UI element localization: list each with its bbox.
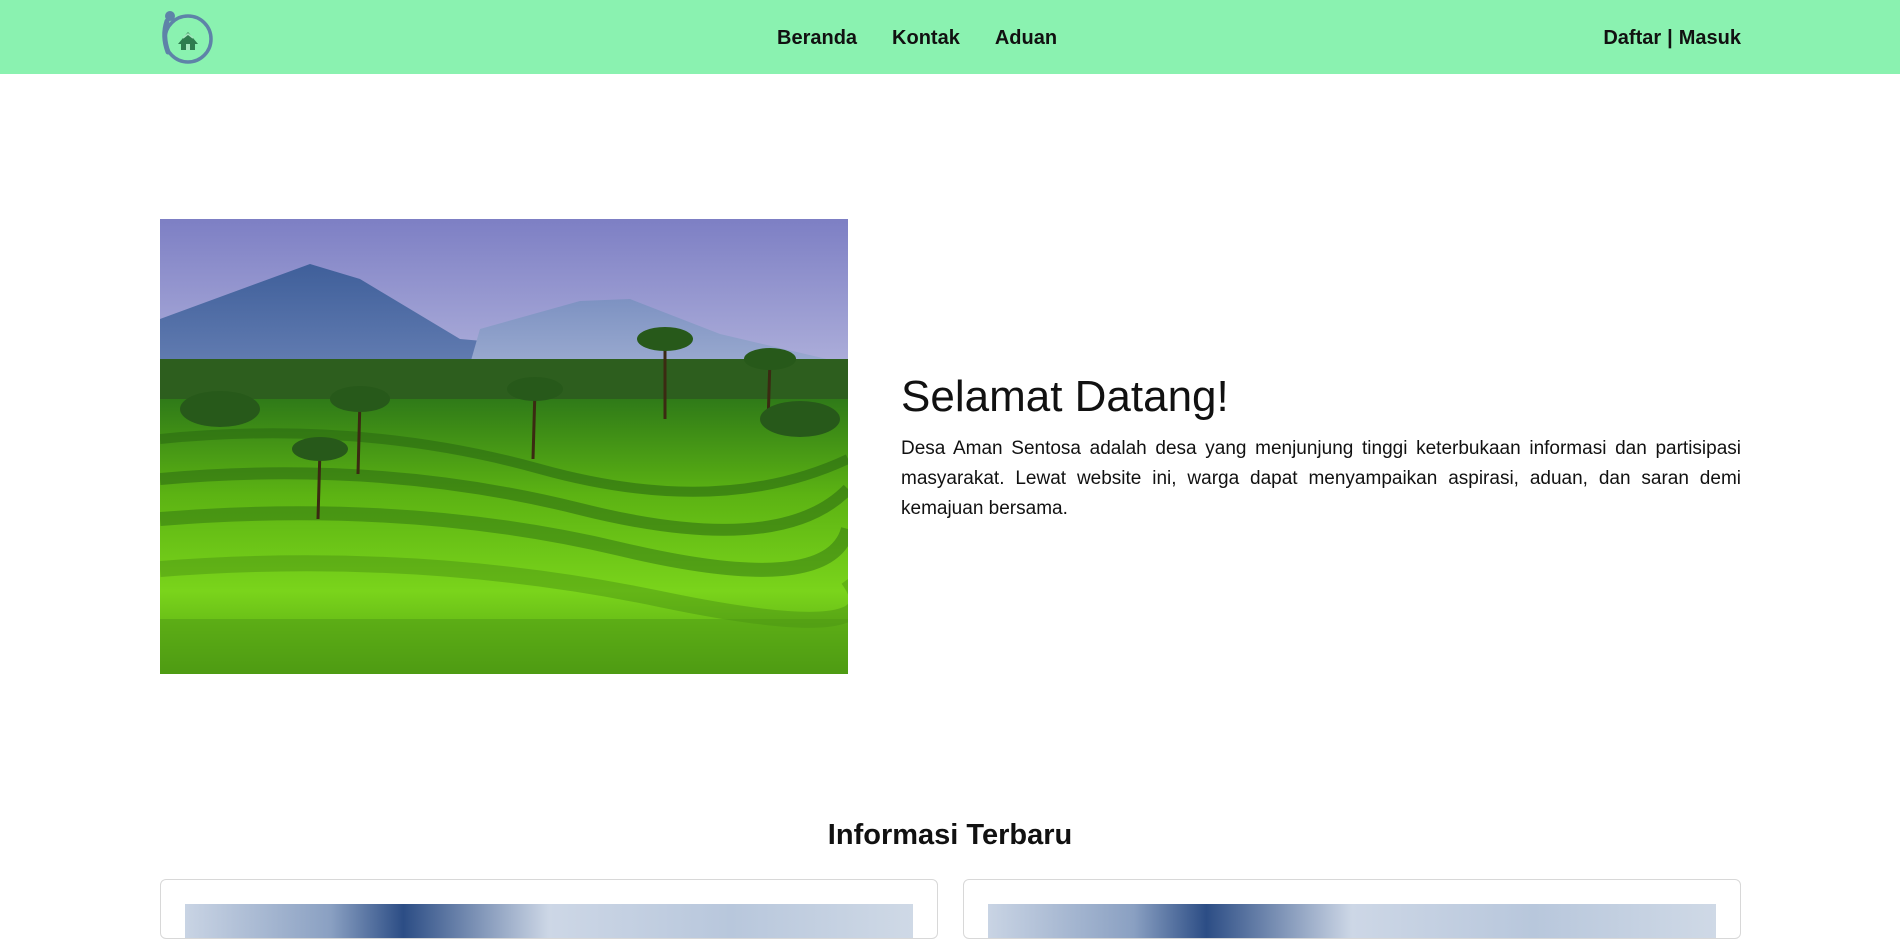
main-nav: Beranda Kontak Aduan xyxy=(777,24,1057,52)
nav-link-kontak[interactable]: Kontak xyxy=(892,24,960,52)
logo-link[interactable] xyxy=(158,8,216,66)
navbar: Beranda Kontak Aduan Daftar | Masuk xyxy=(0,0,1900,74)
hero-text: Selamat Datang! Desa Aman Sentosa adalah… xyxy=(901,370,1741,524)
rice-terrace-landscape-image xyxy=(160,219,848,674)
nav-link-beranda[interactable]: Beranda xyxy=(777,24,857,52)
news-card[interactable] xyxy=(963,879,1741,939)
news-card[interactable] xyxy=(160,879,938,939)
news-card-image xyxy=(185,904,913,938)
hero-description: Desa Aman Sentosa adalah desa yang menju… xyxy=(901,438,1741,519)
hero-image xyxy=(160,219,848,674)
village-logo-icon xyxy=(162,11,213,64)
auth-separator: | xyxy=(1667,27,1673,49)
login-link[interactable]: Masuk xyxy=(1679,24,1741,52)
hero-title: Selamat Datang! xyxy=(901,372,1229,421)
news-section-title: Informasi Terbaru xyxy=(827,819,1073,851)
auth-links: Daftar | Masuk xyxy=(1603,24,1741,52)
nav-link-aduan[interactable]: Aduan xyxy=(995,24,1057,52)
register-link[interactable]: Daftar xyxy=(1603,24,1661,52)
news-card-image xyxy=(988,904,1716,938)
